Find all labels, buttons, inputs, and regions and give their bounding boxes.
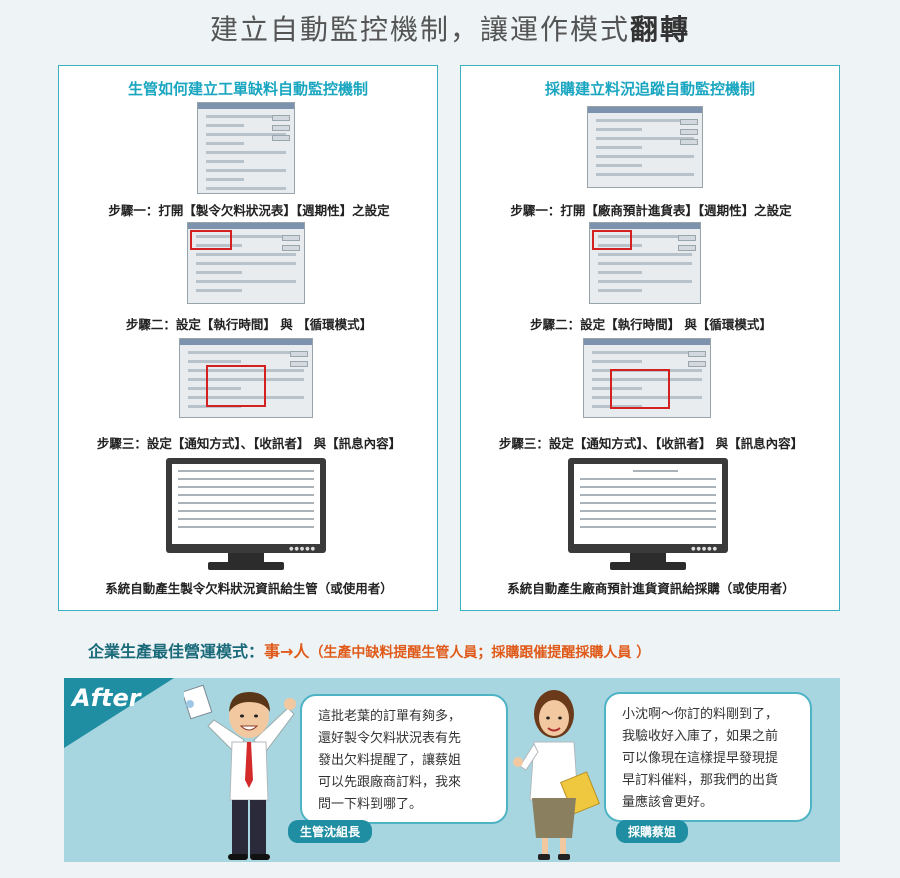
right-panel: 採購建立料況追蹤自動監控機制 步驟一：打開【廠商預計進貨表】【週期性】之設定 步… — [460, 65, 840, 611]
bubble-right-line: 量應該會更好。 — [622, 795, 714, 810]
page-title: 建立自動監控機制，讓運作模式翻轉 — [0, 8, 900, 48]
mode-desc: （生產中缺料提醒生管人員；採購跟催提醒採購人員 ） — [309, 645, 651, 661]
purchasing-staff-figure — [513, 690, 600, 860]
production-manager-speech-bubble: 這批老葉的訂單有夠多， 還好製令欠料狀況表有先 發出欠料提醒了，讓蔡姐 可以先跟… — [300, 694, 508, 824]
left-step1-screenshot — [197, 102, 295, 194]
bubble-left-line: 發出欠料提醒了，讓蔡姐 — [318, 753, 462, 768]
right-step1-screenshot — [587, 106, 703, 188]
bubble-left-line: 可以先跟廠商訂料，我來 — [318, 775, 462, 790]
right-summary: 系統自動產生廠商預計進貨資訊給採購（或使用者） — [507, 581, 795, 596]
bubble-right-line: 可以像現在這樣提早發現提 — [622, 751, 779, 766]
left-monitor-icon: ●●●●● — [166, 458, 326, 572]
bubble-left-line: 問一下料到哪了。 — [318, 797, 423, 812]
right-monitor-icon: ●●●●● — [568, 458, 728, 572]
bubble-right-line: 早訂料催料，那我們的出貨 — [622, 773, 779, 788]
left-step2-caption: 步驟二：設定【執行時間】 與 【循環模式】 — [125, 317, 373, 332]
bubble-left-line: 這批老葉的訂單有夠多， — [318, 709, 462, 724]
purchasing-staff-speech-bubble: 小沈啊～你訂的料剛到了， 我驗收好入庫了，如果之前 可以像現在這樣提早發現提 早… — [604, 692, 812, 822]
left-summary: 系統自動產生製令欠料狀況資訊給生管（或使用者） — [105, 581, 393, 596]
purchasing-staff-tag: 採購蔡姐 — [616, 820, 689, 843]
left-step1-caption: 步驟一：打開【製令欠料狀況表】【週期性】之設定 — [108, 203, 390, 218]
right-step3-caption: 步驟三：設定【通知方式】、【收訊者】 與【訊息內容】 — [498, 436, 804, 451]
left-step3-caption: 步驟三：設定【通知方式】、【收訊者】 與【訊息內容】 — [96, 436, 402, 451]
after-label: After — [72, 684, 141, 712]
mode-label: 企業生產最佳營運模式： — [88, 642, 265, 661]
after-section: After 這批老葉的訂單有夠多， 還好製令欠料狀況表有先 發出欠料提醒了，讓蔡… — [64, 678, 840, 862]
bubble-right-line: 小沈啊～你訂的料剛到了， — [622, 707, 779, 722]
bubble-left-line: 還好製令欠料狀況表有先 — [318, 731, 462, 746]
mode-people: 事→人 — [264, 642, 310, 661]
title-bold: 翻轉 — [630, 13, 691, 46]
left-step3-screenshot — [179, 338, 313, 418]
right-step2-caption: 步驟二：設定【執行時間】 與【循環模式】 — [530, 317, 772, 332]
right-step2-screenshot — [589, 222, 701, 304]
left-panel: 生管如何建立工單缺料自動監控機制 步驟一：打開【製令欠料狀況表】【週期性】之設定… — [58, 65, 438, 611]
right-step1-caption: 步驟一：打開【廠商預計進貨表】【週期性】之設定 — [510, 203, 792, 218]
right-step3-screenshot — [583, 338, 711, 418]
left-step2-screenshot — [187, 222, 305, 304]
left-panel-title: 生管如何建立工單缺料自動監控機制 — [127, 80, 368, 98]
bubble-right-line: 我驗收好入庫了，如果之前 — [622, 729, 779, 744]
title-plain: 建立自動監控機制，讓運作模式 — [209, 13, 630, 46]
production-manager-tag: 生管沈組長 — [288, 820, 373, 843]
right-panel-title: 採購建立料況追蹤自動監控機制 — [544, 80, 755, 98]
operation-mode-line: 企業生產最佳營運模式：事→人（生產中缺料提醒生管人員；採購跟催提醒採購人員 ） — [88, 638, 650, 662]
